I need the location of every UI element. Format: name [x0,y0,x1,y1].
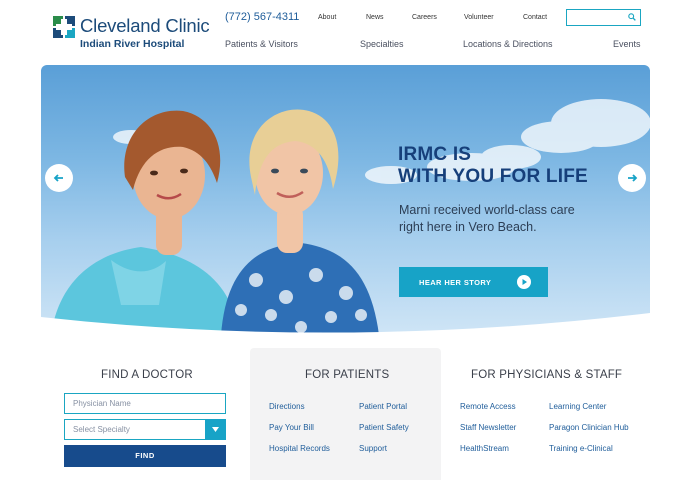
hear-her-story-label: HEAR HER STORY [419,278,492,287]
logo-title: Cleveland Clinic [80,15,210,36]
hero-headline-line-2: WITH YOU FOR LIFE [398,166,588,187]
hero-headline: IRMC IS WITH YOU FOR LIFE [398,144,588,188]
link-patient-safety[interactable]: Patient Safety [359,423,409,432]
logo-subtitle: Indian River Hospital [80,38,185,50]
link-patient-portal[interactable]: Patient Portal [359,402,407,411]
hero-subtext-line-2: right here in Vero Beach. [399,220,537,234]
for-patients-panel [250,348,441,480]
utility-link-news[interactable]: News [366,14,384,21]
arrow-right-icon [628,174,638,182]
link-remote-access[interactable]: Remote Access [460,402,516,411]
woman-right-illustration [221,109,379,335]
for-physicians-title: FOR PHYSICIANS & STAFF [471,369,623,381]
carousel-next-button[interactable] [618,164,646,192]
hero-subtext: Marni received world-class care right he… [399,202,609,236]
chevron-down-icon [212,427,219,432]
arrow-left-icon [53,174,63,182]
carousel-prev-button[interactable] [45,164,73,192]
specialty-select[interactable]: Select Specialty [64,419,226,440]
hero-headline-line-1: IRMC IS [398,144,472,165]
search-input[interactable] [566,9,641,26]
specialty-select-placeholder: Select Specialty [73,425,130,434]
nav-locations-directions[interactable]: Locations & Directions [463,39,553,49]
physician-name-input[interactable]: Physician Name [64,393,226,414]
hero-subtext-line-1: Marni received world-class care [399,203,575,217]
physician-name-placeholder: Physician Name [73,399,131,408]
nav-specialties[interactable]: Specialties [360,39,404,49]
nav-patients-visitors[interactable]: Patients & Visitors [225,39,298,49]
link-training-e-clinical[interactable]: Training e-Clinical [549,444,613,453]
cleveland-clinic-logo-icon [53,16,75,38]
hero-photo [41,99,650,335]
utility-link-about[interactable]: About [318,14,336,21]
nav-events[interactable]: Events [613,39,641,49]
utility-link-careers[interactable]: Careers [412,14,437,21]
hero-carousel: IRMC IS WITH YOU FOR LIFE Marni received… [41,65,650,335]
link-paragon-clinician-hub[interactable]: Paragon Clinician Hub [549,423,629,432]
find-doctor-title: FIND A DOCTOR [101,369,193,381]
for-patients-title: FOR PATIENTS [305,369,390,381]
search-icon[interactable] [628,13,636,21]
utility-link-contact[interactable]: Contact [523,14,547,21]
link-healthstream[interactable]: HealthStream [460,444,509,453]
hear-her-story-button[interactable]: HEAR HER STORY [399,267,548,297]
specialty-dropdown-toggle[interactable] [205,419,226,440]
play-circle-icon [517,275,531,289]
link-directions[interactable]: Directions [269,402,305,411]
link-support[interactable]: Support [359,444,387,453]
woman-left-illustration [51,110,236,335]
link-pay-your-bill[interactable]: Pay Your Bill [269,423,314,432]
phone-number-link[interactable]: (772) 567-4311 [225,11,299,23]
link-hospital-records[interactable]: Hospital Records [269,444,330,453]
link-staff-newsletter[interactable]: Staff Newsletter [460,423,516,432]
link-learning-center[interactable]: Learning Center [549,402,606,411]
find-button[interactable]: FIND [64,445,226,467]
utility-link-volunteer[interactable]: Volunteer [464,14,494,21]
logo[interactable]: Cleveland Clinic Indian River Hospital [53,15,210,51]
